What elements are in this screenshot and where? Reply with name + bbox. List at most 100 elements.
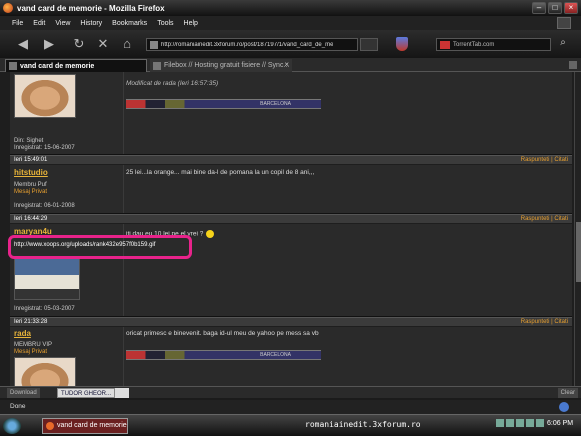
reply-link[interactable]: Raspunteti <box>521 216 550 222</box>
search-engine-icon <box>440 40 450 49</box>
download-item[interactable] <box>115 388 129 398</box>
user-rank: Membru Puf <box>14 182 47 188</box>
start-button[interactable] <box>3 418 21 434</box>
menu-help[interactable]: Help <box>184 20 198 27</box>
navigation-toolbar: ◀ ▶ ↻ ✕ ⌂ http://romaniainedit.3xforum.r… <box>0 30 581 58</box>
tray-text: romaniainedit.3xforum.ro <box>305 420 421 429</box>
firefox-window: vand card de memorie - Mozilla Firefox –… <box>0 0 581 436</box>
tray-icon[interactable] <box>506 419 514 427</box>
avatar <box>14 74 76 118</box>
title-bar: vand card de memorie - Mozilla Firefox –… <box>0 0 581 16</box>
menu-file[interactable]: File <box>12 20 23 27</box>
status-bar: Done <box>0 400 581 414</box>
page-content: Din: Sighet Inregistrat: 15-06-2007 Modi… <box>0 72 574 386</box>
url-text: http://romaniainedit.3xforum.ro/post/187… <box>161 41 334 48</box>
user-registered: Inregistrat: 06-01-2008 <box>14 203 75 209</box>
username-link[interactable]: rada <box>14 329 31 338</box>
site-icon <box>150 40 158 49</box>
highlight-annotation <box>8 235 192 259</box>
home-icon[interactable]: ⌂ <box>118 36 136 52</box>
search-engine-label: TorrentTab.com <box>453 41 495 48</box>
clear-downloads-button[interactable]: Clear <box>557 388 578 398</box>
post-date: Ieri 21:33:28 <box>14 319 48 325</box>
url-bar[interactable]: http://romaniainedit.3xforum.ro/post/187… <box>146 38 358 51</box>
window-title: vand card de memorie - Mozilla Firefox <box>17 3 165 13</box>
user-registered: Inregistrat: 15-06-2007 <box>14 145 75 151</box>
separator: | <box>551 319 553 325</box>
firefox-icon <box>46 422 54 430</box>
tab-label: Filebox // Hosting gratuit fisiere // Sy… <box>164 62 290 69</box>
taskbar: vand card de memorie romaniainedit.3xfor… <box>0 414 581 436</box>
download-item[interactable]: Download <box>7 388 40 398</box>
search-box[interactable]: TorrentTab.com <box>436 38 551 51</box>
forward-arrow-icon[interactable]: ▶ <box>40 36 58 52</box>
close-button[interactable]: × <box>564 2 578 14</box>
user-rank: MEMBRU VIP <box>14 342 53 348</box>
menu-history[interactable]: History <box>80 20 102 27</box>
tab-active[interactable]: vand card de memorie <box>5 59 147 72</box>
vertical-scrollbar[interactable] <box>574 72 581 386</box>
tray-icon[interactable] <box>496 419 504 427</box>
avatar <box>14 357 76 386</box>
edit-note: Modificat de rada (Ieri 16:57:35) <box>126 80 219 87</box>
private-message-link[interactable]: Mesaj Privat <box>14 349 47 355</box>
menu-tools[interactable]: Tools <box>157 20 173 27</box>
throbber-icon <box>557 17 571 29</box>
tray-icon[interactable] <box>516 419 524 427</box>
reload-icon[interactable]: ↻ <box>70 36 88 52</box>
tray-icon[interactable] <box>526 419 534 427</box>
download-bar: Download TUDOR GHEOR... Clear <box>0 386 581 398</box>
menu-bookmarks[interactable]: Bookmarks <box>112 20 147 27</box>
minimize-button[interactable]: – <box>532 2 546 14</box>
clock: 6:06 PM <box>547 420 574 427</box>
firefox-icon <box>3 3 13 13</box>
close-tab-icon[interactable]: × <box>284 60 289 69</box>
post-footer: Ieri 21:33:28 Raspunteti | Citati <box>10 317 572 326</box>
signature-text: BARCELONA <box>260 101 291 107</box>
post-footer: Ieri 15:49:01 Raspunteti | Citati <box>10 155 572 164</box>
reply-link[interactable]: Raspunteti <box>521 157 550 163</box>
quote-link[interactable]: Citati <box>554 319 568 325</box>
signature-banner: BARCELONA <box>126 350 321 360</box>
taskbar-task[interactable]: vand card de memorie <box>42 418 128 434</box>
username-link[interactable]: hitstudio <box>14 168 48 177</box>
menu-view[interactable]: View <box>55 20 70 27</box>
scrollbar-thumb[interactable] <box>576 222 581 282</box>
post-text: 25 lei...la orange... mai bine da-l de p… <box>126 169 315 176</box>
search-icon[interactable]: ⌕ <box>556 37 570 51</box>
separator: | <box>551 157 553 163</box>
user-location: Din: Sighet <box>14 138 44 144</box>
tray-icon[interactable] <box>536 419 544 427</box>
maximize-button[interactable]: □ <box>548 2 562 14</box>
globe-icon <box>559 402 569 412</box>
forum-post: rada MEMBRU VIP Mesaj Privat oricat prim… <box>10 327 572 386</box>
task-label: vand card de memorie <box>57 422 127 429</box>
menu-bar: File Edit View History Bookmarks Tools H… <box>0 16 581 30</box>
reply-link[interactable]: Raspunteti <box>521 319 550 325</box>
post-footer: Ieri 16:44:29 Raspunteti | Citati <box>10 214 572 223</box>
shield-icon[interactable] <box>396 37 408 51</box>
quote-link[interactable]: Citati <box>554 157 568 163</box>
go-button[interactable] <box>360 38 378 51</box>
smiley-icon <box>206 230 215 238</box>
tab-list-icon[interactable] <box>569 61 577 69</box>
tab-label: vand card de memorie <box>20 62 95 70</box>
post-date: Ieri 15:49:01 <box>14 157 48 163</box>
private-message-link[interactable]: Mesaj Privat <box>14 189 47 195</box>
tab-favicon-icon <box>153 61 161 70</box>
system-tray <box>496 419 544 427</box>
post-date: Ieri 16:44:29 <box>14 216 48 222</box>
forum-post: hitstudio Membru Puf Mesaj Privat Inregi… <box>10 165 572 214</box>
stop-icon[interactable]: ✕ <box>94 36 112 52</box>
tab-filebox[interactable]: Filebox // Hosting gratuit fisiere // Sy… <box>150 59 292 72</box>
menu-edit[interactable]: Edit <box>33 20 45 27</box>
tab-favicon-icon <box>9 62 17 70</box>
post-text: oricat primesc e binevenit. baga id-ul m… <box>126 330 319 337</box>
quote-link[interactable]: Citati <box>554 216 568 222</box>
back-arrow-icon[interactable]: ◀ <box>14 36 32 52</box>
status-text: Done <box>10 403 26 410</box>
signature-text: BARCELONA <box>260 352 291 358</box>
avatar <box>14 258 80 300</box>
download-item[interactable]: TUDOR GHEOR... <box>57 388 116 398</box>
signature-banner: BARCELONA <box>126 99 321 109</box>
